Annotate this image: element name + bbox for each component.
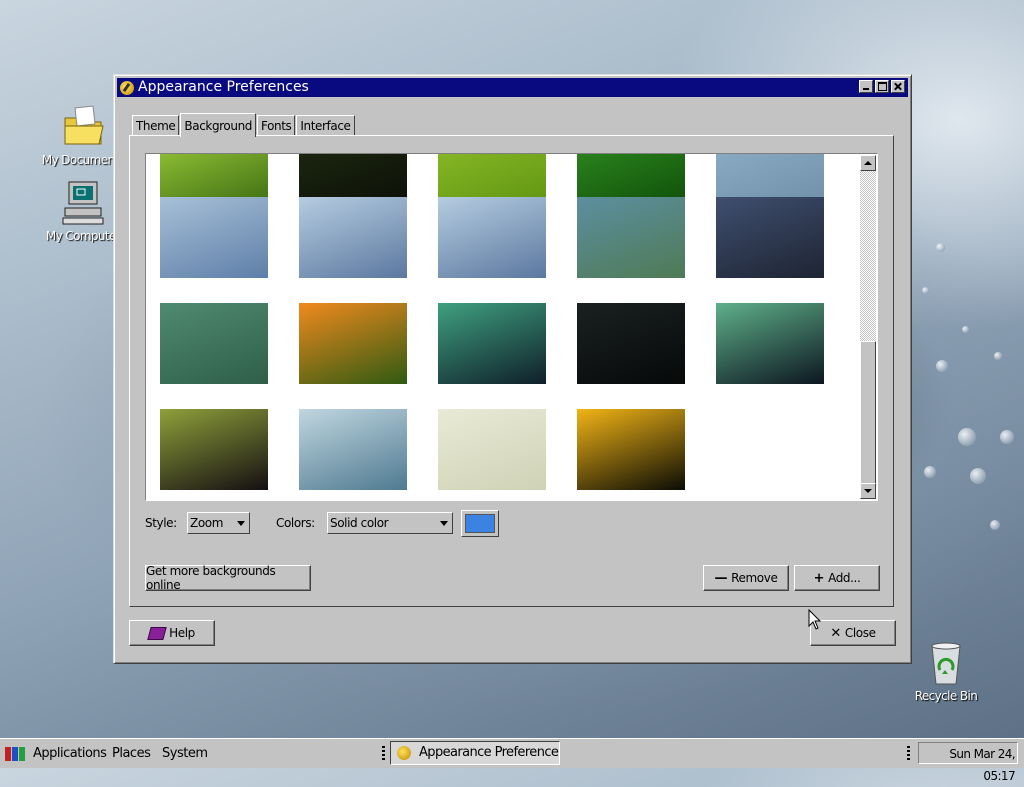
appearance-icon	[120, 80, 134, 95]
wallpaper-aurora-1[interactable]	[438, 303, 546, 384]
water-drop	[936, 360, 948, 372]
help-book-icon	[147, 626, 167, 640]
colors-label: Colors:	[276, 516, 315, 530]
computer-icon	[62, 181, 104, 225]
places-menu[interactable]: Places	[112, 739, 151, 768]
wallpaper-orange-flower[interactable]	[299, 303, 407, 384]
scrollbar-thumb[interactable]	[860, 341, 876, 484]
water-drop	[970, 468, 986, 484]
water-drop	[958, 428, 976, 446]
water-drop	[994, 352, 1002, 360]
folder-icon	[64, 105, 104, 145]
colors-dropdown[interactable]: Solid color	[327, 512, 453, 534]
taskbar: Applications Places System Appearance Pr…	[0, 738, 1024, 783]
close-icon: ✕	[830, 625, 841, 641]
wallpaper-aurora-2[interactable]	[716, 303, 824, 384]
appearance-icon	[397, 746, 411, 760]
remove-button[interactable]: — Remove	[703, 565, 789, 591]
appearance-preferences-window: Appearance Preferences Theme Background …	[113, 74, 912, 664]
wallpaper-yellow-flower[interactable]	[577, 409, 685, 490]
applications-menu-icon	[5, 747, 25, 761]
wallpaper-green-stripes[interactable]	[160, 303, 268, 384]
mouse-cursor-icon	[808, 609, 822, 630]
style-value: Zoom	[190, 516, 223, 530]
task-label: Appearance Preferences	[419, 745, 560, 760]
style-dropdown[interactable]: Zoom	[187, 512, 250, 534]
tab-fonts[interactable]: Fonts	[257, 115, 296, 136]
water-drop	[990, 520, 1000, 530]
get-more-backgrounds-label: Get more backgrounds online	[146, 564, 276, 592]
wallpaper-aurora-3[interactable]	[160, 409, 268, 490]
scroll-down-button[interactable]	[860, 483, 876, 499]
taskbar-handle[interactable]	[382, 746, 385, 762]
scroll-up-button[interactable]	[860, 155, 876, 171]
wallpaper-green-wave[interactable]	[577, 197, 685, 278]
wallpaper-blue-flowers-1[interactable]	[160, 197, 268, 278]
water-drop	[1000, 430, 1014, 444]
wallpaper-gallery[interactable]	[145, 153, 878, 501]
applications-menu[interactable]: Applications	[33, 739, 107, 768]
taskbar-handle[interactable]	[907, 746, 910, 762]
tab-bar: Theme Background Fonts Interface	[132, 113, 356, 137]
chevron-down-icon	[237, 521, 245, 526]
gallery-scrollbar[interactable]	[860, 155, 876, 499]
chevron-down-icon	[440, 521, 448, 526]
water-drop	[962, 326, 969, 333]
close-window-button[interactable]	[891, 80, 905, 93]
add-button[interactable]: + Add...	[794, 565, 880, 591]
color-picker-button[interactable]	[461, 510, 499, 537]
help-button[interactable]: Help	[129, 620, 215, 646]
wallpaper-blue-curve[interactable]	[299, 409, 407, 490]
get-more-backgrounds-button[interactable]: Get more backgrounds online	[145, 564, 311, 592]
taskbar-task-appearance-preferences[interactable]: Appearance Preferences	[390, 741, 560, 765]
tab-interface[interactable]: Interface	[296, 115, 355, 136]
color-swatch	[465, 514, 495, 533]
tab-background[interactable]: Background	[180, 113, 256, 137]
window-title: Appearance Preferences	[138, 79, 309, 95]
wallpaper-blue-flowers-3[interactable]	[438, 197, 546, 278]
minus-icon: —	[714, 570, 728, 586]
maximize-button[interactable]	[875, 80, 889, 93]
wallpaper-sand[interactable]	[438, 409, 546, 490]
system-menu[interactable]: System	[162, 739, 208, 768]
remove-label: Remove	[731, 571, 778, 585]
colors-value: Solid color	[330, 516, 389, 530]
desktop-icon-label: Recycle Bin	[914, 689, 978, 703]
water-drop	[922, 287, 929, 294]
add-label: Add...	[828, 571, 861, 585]
wallpaper-dark[interactable]	[577, 303, 685, 384]
recycle-bin-icon	[931, 642, 961, 685]
clock[interactable]: Sun Mar 24, 05:17	[918, 742, 1018, 783]
title-bar[interactable]: Appearance Preferences	[117, 78, 908, 97]
water-drop	[936, 243, 945, 252]
close-button[interactable]: ✕ Close	[810, 620, 896, 646]
style-label: Style:	[145, 516, 177, 530]
water-drop	[924, 466, 936, 478]
desktop-icon-recycle-bin[interactable]: Recycle Bin	[901, 640, 991, 703]
tab-theme[interactable]: Theme	[132, 115, 180, 136]
wallpaper-blue-flowers-2[interactable]	[299, 197, 407, 278]
close-label: Close	[844, 626, 876, 640]
wallpaper-storm-road[interactable]	[716, 197, 824, 278]
plus-icon: +	[813, 570, 825, 586]
minimize-button[interactable]	[859, 80, 873, 93]
help-label: Help	[169, 626, 195, 640]
